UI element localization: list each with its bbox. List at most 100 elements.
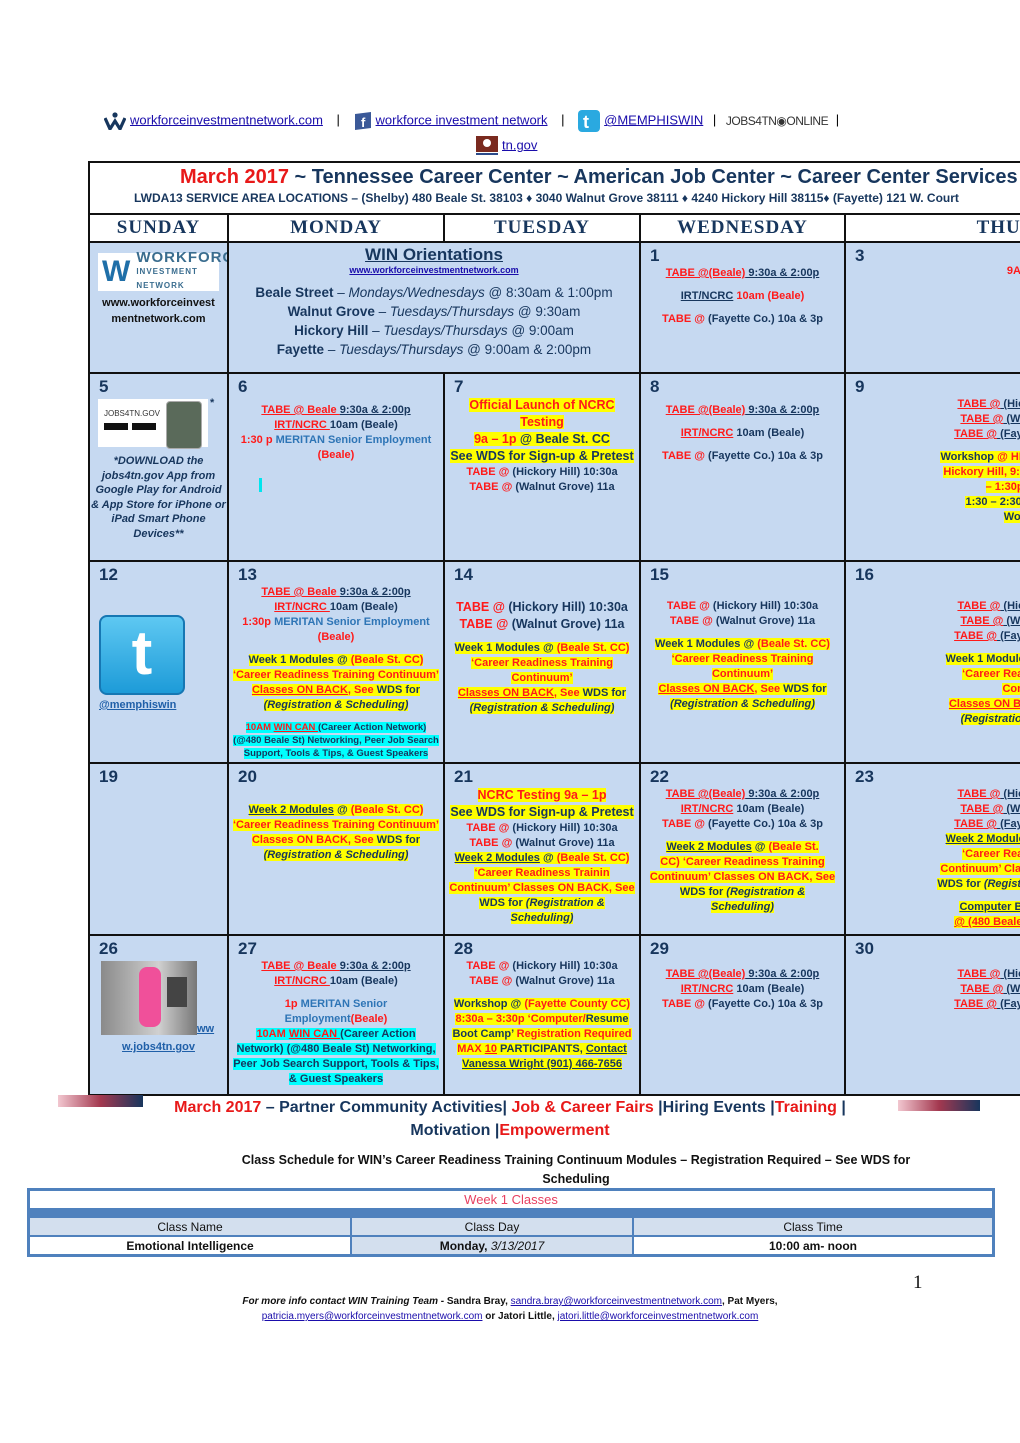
facebook-link[interactable]: f workforce investment network bbox=[354, 112, 548, 130]
event-link[interactable]: (Walnut Grove) 11a bbox=[1003, 803, 1020, 815]
event-link[interactable]: 9:30a & 2:00p bbox=[340, 586, 411, 598]
tngov-link[interactable]: tn.gov bbox=[476, 136, 537, 156]
tngov-text[interactable]: tn.gov bbox=[502, 137, 537, 152]
event-link[interactable]: (Fayette Co.) 10a &3p bbox=[997, 428, 1020, 440]
event-link[interactable]: IRT/NCRC bbox=[681, 983, 734, 995]
event-link[interactable]: TABE @ bbox=[960, 803, 1003, 815]
twitter-logo-icon[interactable]: t bbox=[99, 615, 185, 695]
jobs4tn-online-logo[interactable]: JOBS4TN◉ONLINE bbox=[726, 114, 829, 128]
event-link[interactable]: (Hickory Hill) 10:30a bbox=[1000, 398, 1020, 410]
event-link[interactable]: (Hickory Hill) 10:30a bbox=[1000, 600, 1020, 612]
event-segment: (Walnut Grove) 11a bbox=[712, 615, 816, 627]
calendar: March 2017 ~ Tennessee Career Center ~ A… bbox=[88, 161, 1020, 1096]
event-link[interactable]: TABE @ bbox=[960, 413, 1003, 425]
event-link[interactable]: IRT/NCRC bbox=[274, 975, 330, 987]
facebook-text[interactable]: workforce investment network bbox=[376, 112, 548, 127]
partner-text: |Hiring Events bbox=[653, 1099, 771, 1116]
event-link[interactable]: Classes ON BACK bbox=[252, 684, 348, 696]
orientations-url[interactable]: www.workforceinvestmentnetwork.com bbox=[230, 265, 638, 275]
contact-name: or Jatori Little, bbox=[482, 1311, 558, 1322]
event-link[interactable]: Contact bbox=[586, 1043, 627, 1055]
event-link[interactable]: (Walnut Grove) 11a bbox=[1003, 615, 1020, 627]
event-segment: Continuum’ bbox=[711, 668, 774, 680]
event-link[interactable]: Classes ON BACK bbox=[949, 698, 1020, 710]
event-link[interactable]: (Walnut Grove) 11a bbox=[1003, 983, 1020, 995]
email-link[interactable]: patricia.myers@workforceinvestmentnetwor… bbox=[262, 1311, 483, 1322]
event-line: TABE @ (Walnut Grove) 11a bbox=[849, 614, 1020, 629]
jobs4tn-app-image[interactable]: JOBS4TN.GOV bbox=[98, 399, 208, 449]
twitter-text[interactable]: @MEMPHISWIN bbox=[604, 112, 703, 127]
event-link[interactable]: Week 2 Modules bbox=[666, 841, 751, 853]
event-link[interactable]: TABE @ bbox=[957, 968, 1000, 980]
event-link[interactable]: @ (480 Beale St. CC) bbox=[954, 916, 1020, 928]
event-link[interactable]: TABE @ bbox=[957, 788, 1000, 800]
event-link[interactable]: WIN CAN bbox=[289, 1028, 340, 1040]
day-number: 5 bbox=[99, 377, 109, 396]
win-site-link[interactable]: workforceinvestmentnetwork.com bbox=[130, 112, 323, 127]
event-link[interactable]: 9:30a & 2:00p bbox=[745, 404, 819, 416]
event-link[interactable]: IRT/NCRC bbox=[681, 803, 734, 815]
email-link[interactable]: jatori.little@workforceinvestmentnetwork… bbox=[558, 1311, 759, 1322]
event-link[interactable]: TABE @ Beale bbox=[261, 404, 339, 416]
event-link[interactable]: TABE @ bbox=[954, 630, 997, 642]
jobs4tn-link-prefix[interactable]: ww bbox=[197, 1023, 214, 1035]
event-segment: TABE @ bbox=[662, 998, 705, 1010]
event-text: Scheduling) bbox=[711, 901, 774, 913]
event-link[interactable]: 9:30a & 2:00p bbox=[745, 968, 819, 980]
event-link[interactable]: Classes ON BACK bbox=[458, 687, 554, 699]
event-link[interactable]: Vanessa Wright (901) 466-7656 bbox=[462, 1058, 622, 1070]
event-line: Classes ON BACK, See WDS for bbox=[232, 683, 440, 698]
event-link[interactable]: TABE @(Beale) bbox=[666, 267, 746, 279]
event-link[interactable]: TABE @ bbox=[957, 600, 1000, 612]
event-link[interactable]: (Fayette Co.) 10a &3p bbox=[997, 630, 1020, 642]
event-link[interactable]: TABE @ bbox=[954, 818, 997, 830]
event-line: TABE @ Beale 9:30a & 2:00p bbox=[232, 959, 440, 974]
event-text: TABE @(Beale) 9:30a & 2:00p bbox=[666, 788, 820, 800]
event-link[interactable]: TABE @(Beale) bbox=[666, 788, 746, 800]
event-link[interactable]: TABE @ bbox=[960, 615, 1003, 627]
event-link[interactable]: (Walnut Grove) 11a bbox=[1003, 413, 1020, 425]
event-link[interactable]: (Hickory Hill) 10:30a bbox=[1000, 788, 1020, 800]
event-link[interactable]: 9:30a & 2:00p bbox=[340, 404, 411, 416]
event-link[interactable]: Classes ON BACK bbox=[658, 683, 754, 695]
svg-text:f: f bbox=[361, 115, 366, 130]
event-text: 10AM WIN CAN (Career Action Network) bbox=[245, 722, 427, 733]
event-link[interactable]: 9:30a & 2:00p bbox=[745, 788, 819, 800]
event-segment: (Beale St. CC) bbox=[350, 654, 424, 666]
event-link[interactable]: Computer Basics Workshop bbox=[959, 901, 1020, 913]
event-link[interactable]: 10 bbox=[485, 1043, 497, 1055]
day-number: 3 bbox=[855, 246, 865, 265]
event-link[interactable]: TABE @ bbox=[954, 428, 997, 440]
event-segment: 10am (Beale) bbox=[733, 290, 805, 302]
event-link[interactable]: (Fayette Co.) 10a &3p bbox=[997, 818, 1020, 830]
event-text: TABE @ (Fayette Co.) 10a &3p bbox=[954, 428, 1020, 440]
event-link[interactable]: 9:30a & 2:00p bbox=[745, 267, 819, 279]
event-link[interactable]: TABE @(Beale) bbox=[666, 404, 746, 416]
event-link[interactable]: (Fayette Co.) 10a &3p bbox=[997, 998, 1020, 1010]
event-link[interactable]: IRT/NCRC bbox=[681, 427, 734, 439]
event-link[interactable]: TABE @(Beale) bbox=[666, 968, 746, 980]
email-link[interactable]: sandra.bray@workforceinvestmentnetwork.c… bbox=[511, 1296, 722, 1307]
event-link[interactable]: IRT/NCRC bbox=[274, 419, 330, 431]
event-link[interactable]: Week 2 Modules bbox=[946, 833, 1020, 845]
twitter-handle-link[interactable]: @memphiswin bbox=[99, 699, 226, 711]
event-link[interactable]: TABE @ bbox=[957, 398, 1000, 410]
event-link[interactable]: 9:30a & 2:00p bbox=[340, 960, 411, 972]
jobs4tn-link[interactable]: w.jobs4tn.gov bbox=[122, 1041, 195, 1053]
event-link[interactable]: TABE @ Beale bbox=[261, 586, 339, 598]
event-link[interactable]: TABE @ bbox=[960, 983, 1003, 995]
win-link[interactable]: workforceinvestmentnetwork.com bbox=[104, 112, 323, 130]
event-link[interactable]: IRT/NCRC bbox=[681, 290, 734, 302]
event-line: Classes ON BACK, See WDS for bbox=[849, 697, 1020, 712]
event-line: Network) (@480 Beale St) Networking, bbox=[232, 1042, 440, 1057]
event-link[interactable]: Week 2 Modules bbox=[249, 804, 334, 816]
event-link[interactable]: WIN CAN bbox=[274, 722, 318, 733]
event-link[interactable]: TABE @ Beale bbox=[261, 960, 339, 972]
event-link[interactable]: (Hickory Hill) 10:30a bbox=[1000, 968, 1020, 980]
event-link[interactable]: IRT/NCRC bbox=[274, 601, 330, 613]
event-link[interactable]: TABE @ bbox=[954, 998, 997, 1010]
twitter-link[interactable]: t @MEMPHISWIN bbox=[578, 110, 703, 132]
event-link[interactable]: Week 2 Modules bbox=[455, 852, 540, 864]
orientations-heading[interactable]: WIN Orientations bbox=[230, 245, 638, 265]
